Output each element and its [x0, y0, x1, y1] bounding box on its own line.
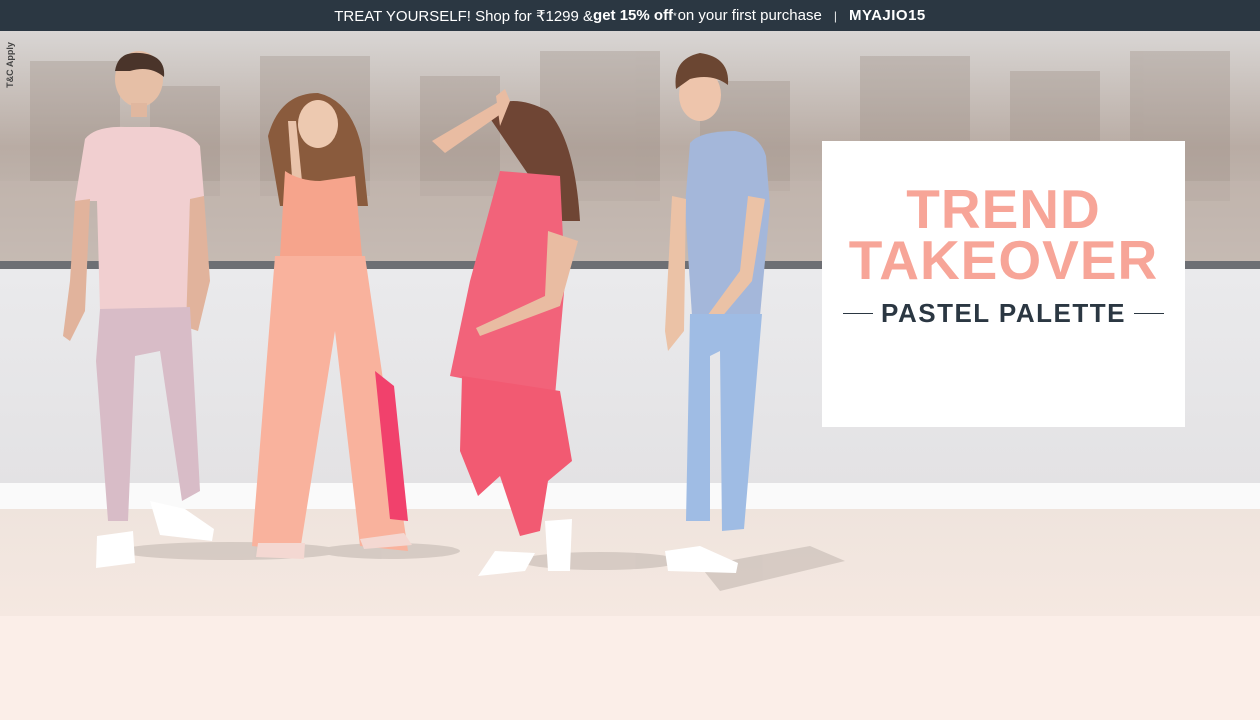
offer-asterisk: * [673, 10, 677, 21]
divider-left [843, 312, 874, 314]
promo-title-line2: TAKEOVER [848, 229, 1159, 291]
coupon-code[interactable]: MYAJIO15 [849, 7, 926, 24]
divider-right [1133, 312, 1165, 314]
offer-text-pre: TREAT YOURSELF! Shop for ₹1299 & [334, 7, 594, 25]
promo-subtitle-row: PASTEL PALETTE [843, 297, 1165, 328]
offer-separator: | [833, 8, 837, 23]
promo-subtitle: PASTEL PALETTE [881, 297, 1126, 328]
offer-text-post: on your first purchase [677, 7, 822, 24]
page-background-band [0, 616, 1260, 720]
tnc-text: T&C Apply [5, 42, 15, 88]
offer-bar[interactable]: TREAT YOURSELF! Shop for ₹1299 & get 15%… [0, 0, 1260, 31]
tnc-label[interactable]: T&C Apply [4, 38, 16, 98]
promo-card[interactable]: TREND TAKEOVER PASTEL PALETTE [822, 141, 1185, 427]
offer-discount: get 15% off [593, 7, 674, 24]
promo-title-line1: TREND [906, 178, 1101, 240]
